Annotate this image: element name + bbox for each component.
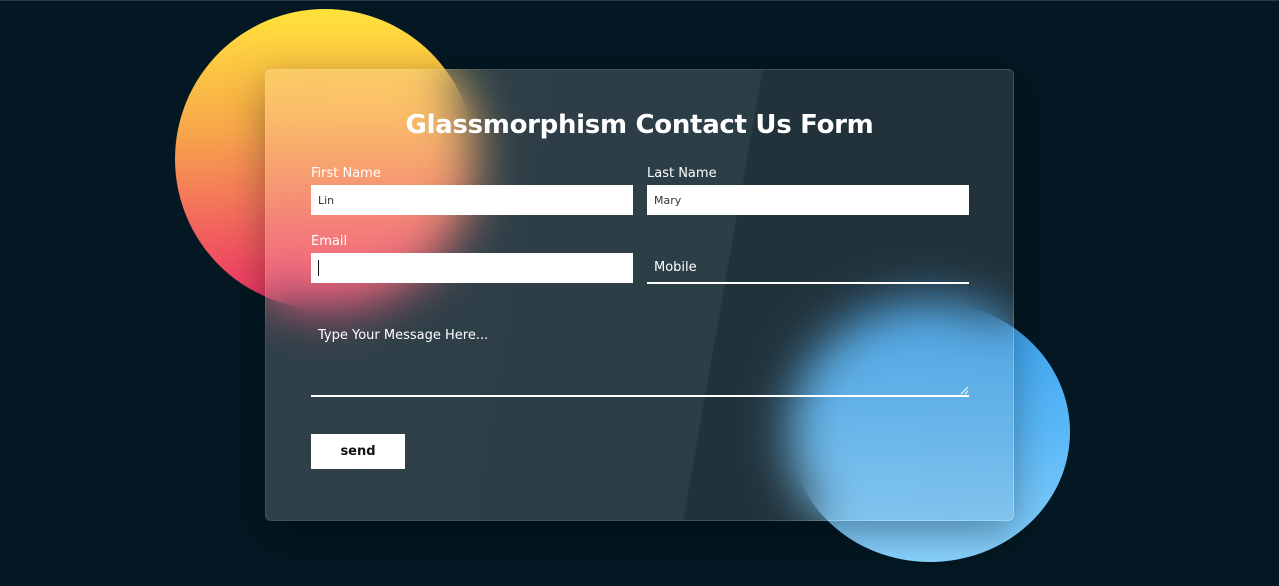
text-cursor [318,260,319,276]
resize-handle-icon[interactable] [960,386,969,395]
page-background: Glassmorphism Contact Us Form First Name… [0,0,1279,586]
first-name-label: First Name [311,166,381,181]
email-label: Email [311,234,348,249]
top-border [0,0,1279,1]
form-title: Glassmorphism Contact Us Form [405,110,874,140]
mobile-placeholder: Mobile [654,260,697,275]
last-name-label: Last Name [647,166,717,181]
email-input[interactable] [311,253,633,283]
contact-form-card: Glassmorphism Contact Us Form First Name… [265,69,1014,521]
send-button[interactable]: send [311,434,405,469]
message-textarea[interactable]: Type Your Message Here... [311,320,969,397]
last-name-input[interactable]: Mary [647,185,969,215]
message-placeholder: Type Your Message Here... [318,328,489,343]
first-name-value: Lin [318,193,335,207]
mobile-input[interactable]: Mobile [647,253,969,284]
last-name-value: Mary [654,193,682,207]
first-name-input[interactable]: Lin [311,185,633,215]
